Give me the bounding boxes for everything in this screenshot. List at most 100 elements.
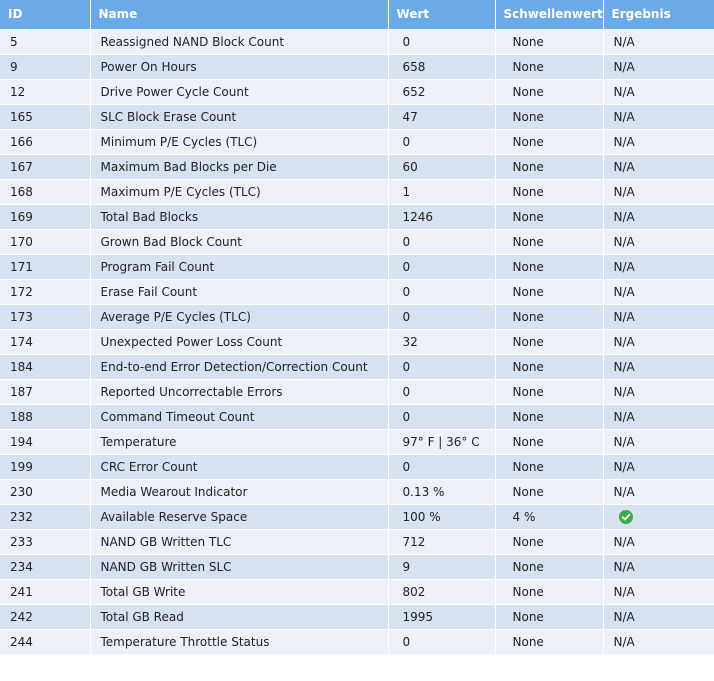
cell-threshold: None: [495, 379, 604, 405]
cell-result: N/A: [603, 429, 714, 455]
cell-id: 232: [0, 504, 91, 530]
cell-value: 9: [388, 554, 496, 580]
table-row-173[interactable]: 173 Average P/E Cycles (TLC) 0 None N/A: [0, 304, 714, 330]
cell-id: 187: [0, 379, 91, 405]
cell-threshold: None: [495, 229, 604, 255]
table-row-233[interactable]: 233 NAND GB Written TLC 712 None N/A: [0, 529, 714, 555]
cell-value: 32: [388, 329, 496, 355]
table-row-241[interactable]: 241 Total GB Write 802 None N/A: [0, 579, 714, 605]
cell-value: 658: [388, 54, 496, 80]
table-row-187[interactable]: 187 Reported Uncorrectable Errors 0 None…: [0, 379, 714, 405]
cell-id: 244: [0, 629, 91, 655]
cell-value: 0: [388, 279, 496, 305]
cell-name: Average P/E Cycles (TLC): [90, 304, 389, 330]
result-text: N/A: [613, 584, 635, 599]
result-text: N/A: [613, 84, 635, 99]
result-text: N/A: [613, 234, 635, 249]
table-row-242[interactable]: 242 Total GB Read 1995 None N/A: [0, 604, 714, 630]
cell-threshold: None: [495, 629, 604, 655]
cell-threshold: 4 %: [495, 504, 604, 530]
result-text: N/A: [613, 59, 635, 74]
cell-value: 0: [388, 229, 496, 255]
column-header-threshold[interactable]: Schwellenwert: [495, 0, 604, 30]
cell-value: 652: [388, 79, 496, 105]
cell-result: N/A: [603, 129, 714, 155]
cell-id: 194: [0, 429, 91, 455]
table-row-5[interactable]: 5 Reassigned NAND Block Count 0 None N/A: [0, 29, 714, 55]
cell-threshold: None: [495, 254, 604, 280]
table-row-165[interactable]: 165 SLC Block Erase Count 47 None N/A: [0, 104, 714, 130]
cell-name: Total GB Write: [90, 579, 389, 605]
result-text: N/A: [613, 184, 635, 199]
cell-result: N/A: [603, 454, 714, 480]
cell-name: End-to-end Error Detection/Correction Co…: [90, 354, 389, 380]
cell-name: Total Bad Blocks: [90, 204, 389, 230]
table-row-244[interactable]: 244 Temperature Throttle Status 0 None N…: [0, 629, 714, 655]
cell-result: N/A: [603, 229, 714, 255]
cell-id: 172: [0, 279, 91, 305]
column-header-name[interactable]: Name: [90, 0, 389, 30]
result-text: N/A: [613, 434, 635, 449]
cell-threshold: None: [495, 129, 604, 155]
table-row-166[interactable]: 166 Minimum P/E Cycles (TLC) 0 None N/A: [0, 129, 714, 155]
result-text: N/A: [613, 309, 635, 324]
cell-name: Minimum P/E Cycles (TLC): [90, 129, 389, 155]
table-row-171[interactable]: 171 Program Fail Count 0 None N/A: [0, 254, 714, 280]
cell-name: Media Wearout Indicator: [90, 479, 389, 505]
cell-threshold: None: [495, 179, 604, 205]
cell-threshold: None: [495, 204, 604, 230]
result-text: N/A: [613, 459, 635, 474]
cell-id: 5: [0, 29, 91, 55]
cell-name: CRC Error Count: [90, 454, 389, 480]
table-row-170[interactable]: 170 Grown Bad Block Count 0 None N/A: [0, 229, 714, 255]
result-text: N/A: [613, 109, 635, 124]
cell-value: 60: [388, 154, 496, 180]
table-row-188[interactable]: 188 Command Timeout Count 0 None N/A: [0, 404, 714, 430]
column-header-id[interactable]: ID: [0, 0, 91, 30]
cell-threshold: None: [495, 29, 604, 55]
table-row-168[interactable]: 168 Maximum P/E Cycles (TLC) 1 None N/A: [0, 179, 714, 205]
cell-result: N/A: [603, 379, 714, 405]
result-text: N/A: [613, 409, 635, 424]
cell-result: N/A: [603, 279, 714, 305]
table-row-9[interactable]: 9 Power On Hours 658 None N/A: [0, 54, 714, 80]
result-text: N/A: [613, 484, 635, 499]
table-row-184[interactable]: 184 End-to-end Error Detection/Correctio…: [0, 354, 714, 380]
cell-result: N/A: [603, 204, 714, 230]
cell-name: Temperature Throttle Status: [90, 629, 389, 655]
cell-threshold: None: [495, 554, 604, 580]
table-row-174[interactable]: 174 Unexpected Power Loss Count 32 None …: [0, 329, 714, 355]
cell-result: N/A: [603, 29, 714, 55]
table-row-232[interactable]: 232 Available Reserve Space 100 % 4 %: [0, 504, 714, 530]
cell-name: Erase Fail Count: [90, 279, 389, 305]
cell-result: N/A: [603, 54, 714, 80]
table-row-172[interactable]: 172 Erase Fail Count 0 None N/A: [0, 279, 714, 305]
cell-value: 0: [388, 629, 496, 655]
cell-result: N/A: [603, 304, 714, 330]
cell-id: 168: [0, 179, 91, 205]
result-text: N/A: [613, 284, 635, 299]
table-row-194[interactable]: 194 Temperature 97° F | 36° C None N/A: [0, 429, 714, 455]
cell-name: Command Timeout Count: [90, 404, 389, 430]
column-header-result[interactable]: Ergebnis: [603, 0, 714, 30]
result-text: N/A: [613, 384, 635, 399]
table-row-169[interactable]: 169 Total Bad Blocks 1246 None N/A: [0, 204, 714, 230]
column-header-value[interactable]: Wert: [388, 0, 496, 30]
cell-name: SLC Block Erase Count: [90, 104, 389, 130]
cell-id: 173: [0, 304, 91, 330]
table-row-12[interactable]: 12 Drive Power Cycle Count 652 None N/A: [0, 79, 714, 105]
cell-result: N/A: [603, 479, 714, 505]
table-row-167[interactable]: 167 Maximum Bad Blocks per Die 60 None N…: [0, 154, 714, 180]
cell-threshold: None: [495, 579, 604, 605]
table-row-230[interactable]: 230 Media Wearout Indicator 0.13 % None …: [0, 479, 714, 505]
cell-threshold: None: [495, 454, 604, 480]
cell-id: 12: [0, 79, 91, 105]
cell-result: N/A: [603, 329, 714, 355]
cell-id: 167: [0, 154, 91, 180]
cell-result: [603, 504, 714, 530]
result-text: N/A: [613, 159, 635, 174]
table-row-234[interactable]: 234 NAND GB Written SLC 9 None N/A: [0, 554, 714, 580]
cell-value: 802: [388, 579, 496, 605]
cell-id: 170: [0, 229, 91, 255]
table-row-199[interactable]: 199 CRC Error Count 0 None N/A: [0, 454, 714, 480]
